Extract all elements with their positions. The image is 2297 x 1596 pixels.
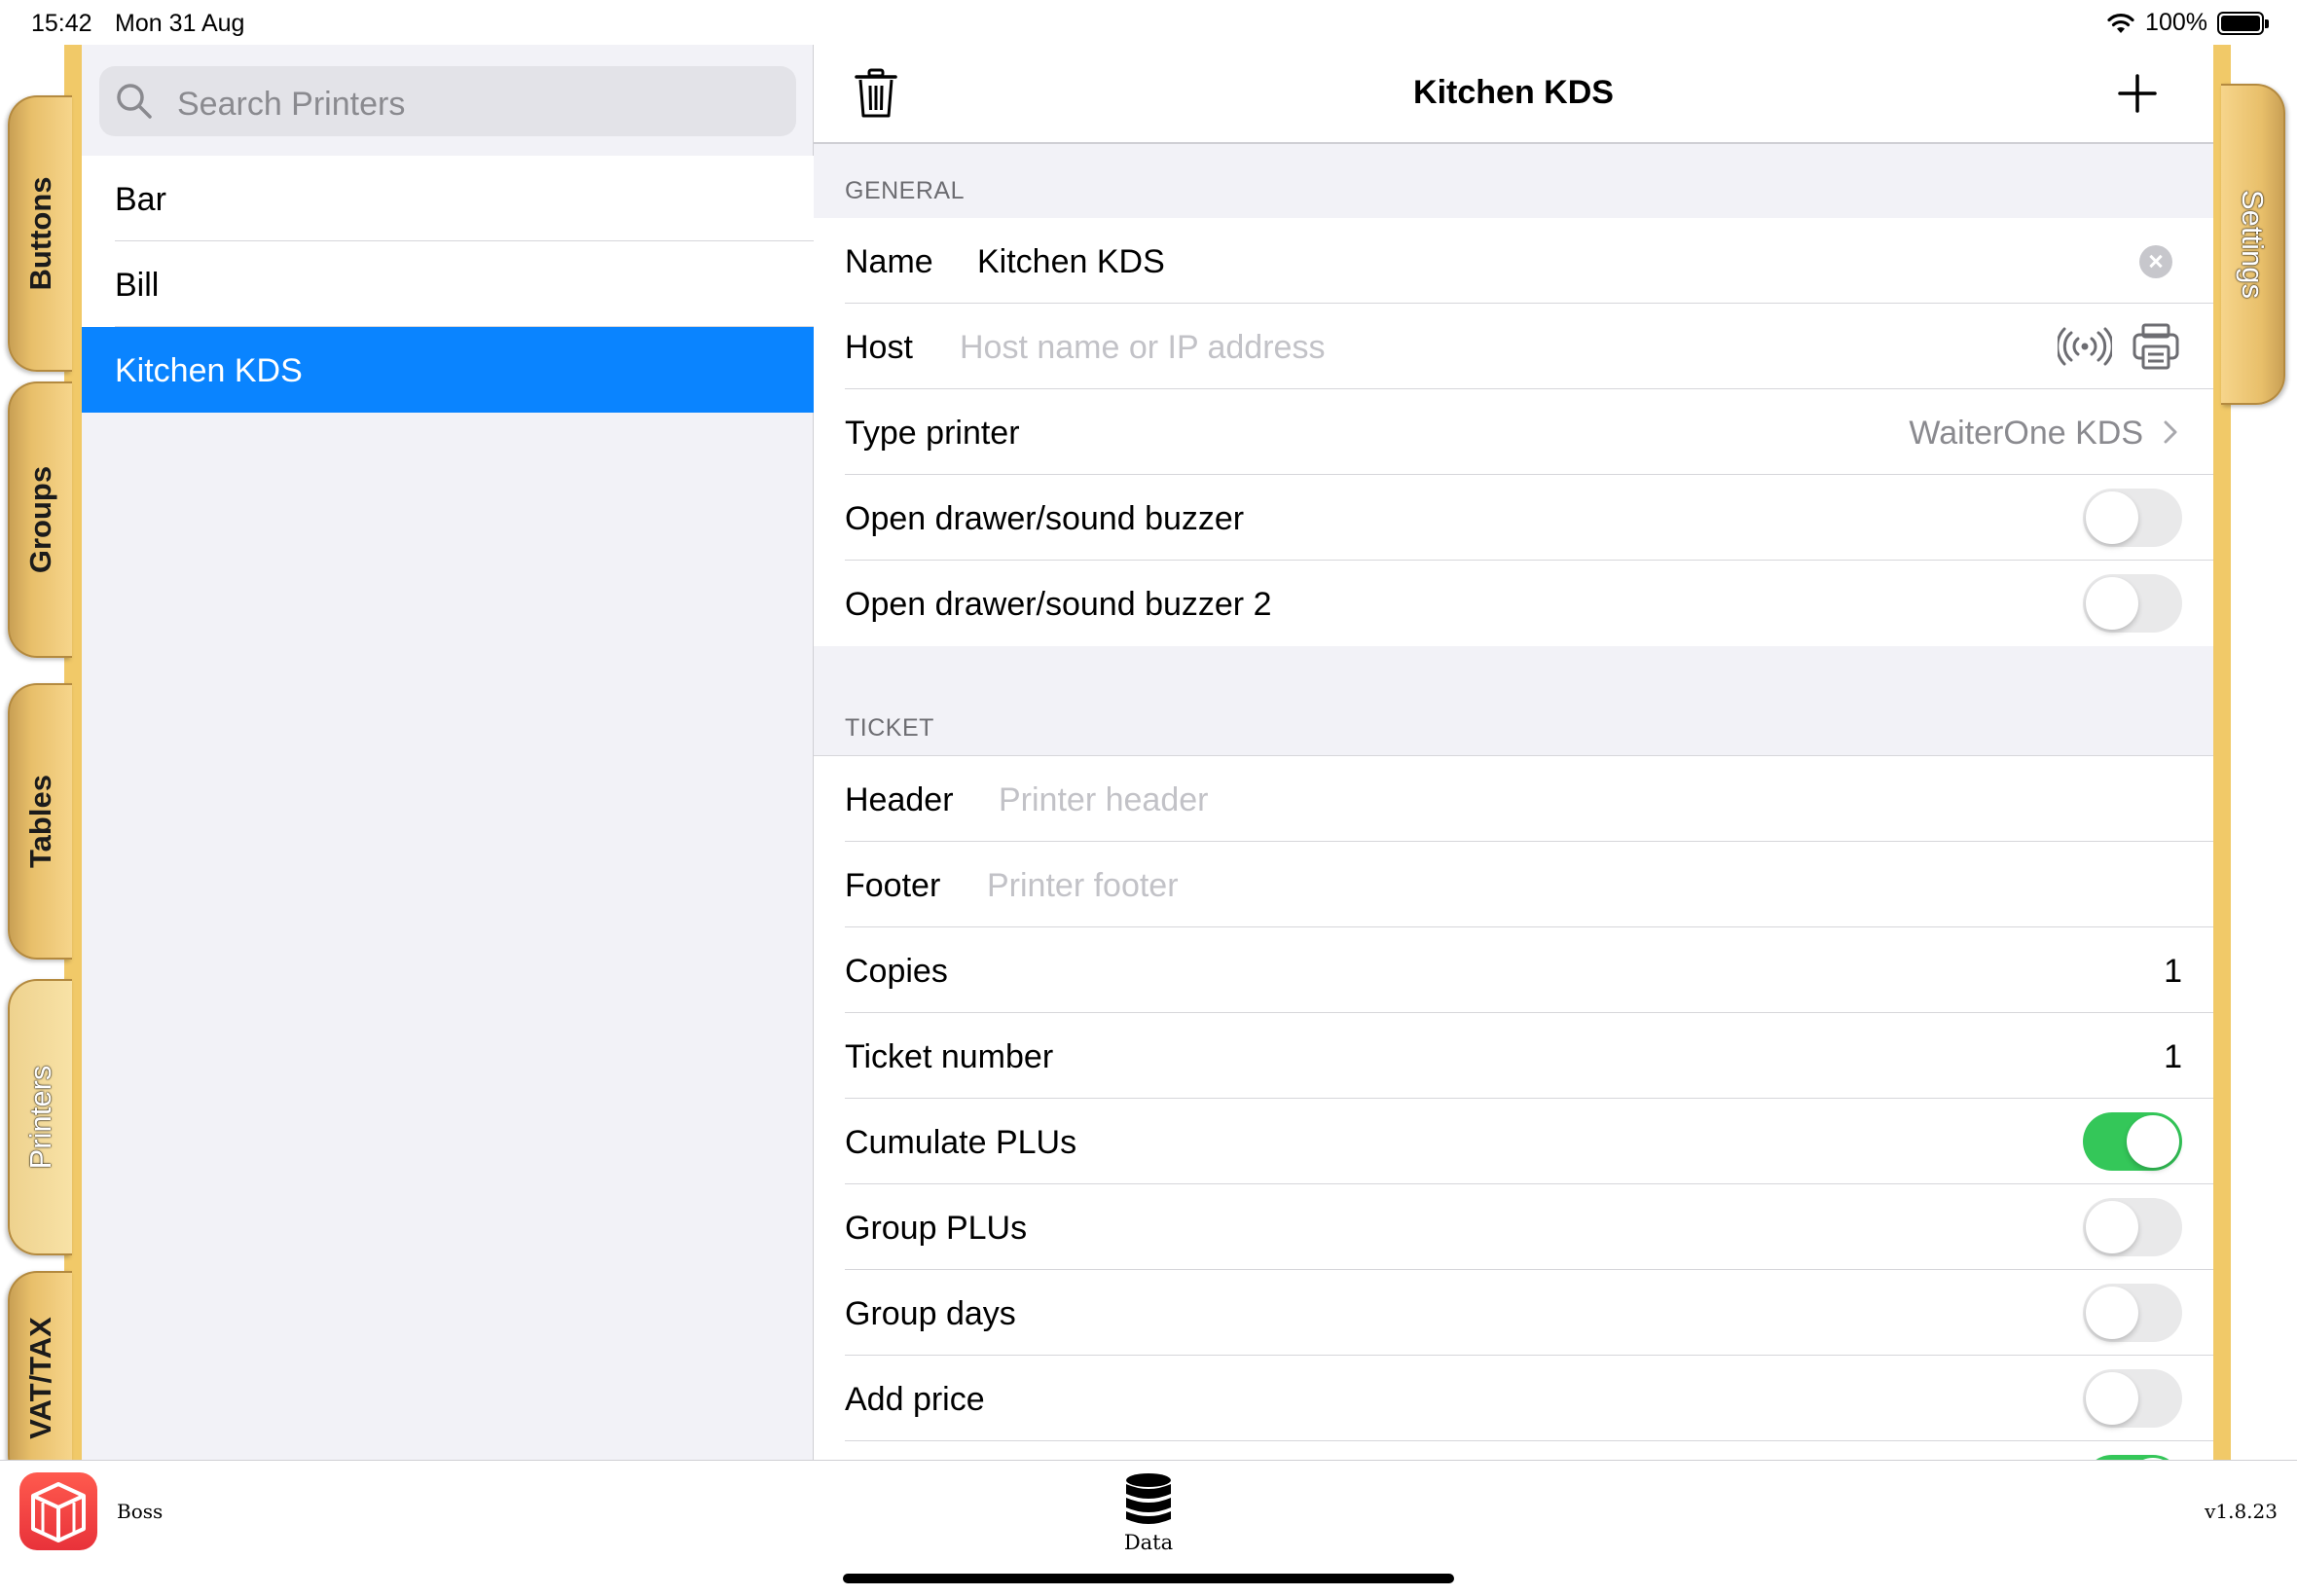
tab-buttons[interactable]: Buttons: [8, 95, 72, 372]
printer-detail-panel: Kitchen KDS GENERAL Name Kitchen KDS Hos…: [814, 45, 2213, 1460]
printer-item-label: Bill: [115, 267, 160, 304]
name-row: Name Kitchen KDS: [814, 218, 2213, 304]
tab-printers-label: Printers: [23, 1065, 57, 1170]
right-tab-rail: Settings: [2213, 45, 2297, 1460]
data-label: Data: [1123, 1531, 1174, 1554]
left-tab-rail: Buttons Groups Tables Printers VAT/TAX: [0, 45, 82, 1485]
copies-row: Copies 1: [814, 927, 2213, 1013]
name-field[interactable]: Kitchen KDS: [977, 243, 1165, 281]
add-price-label: Add price: [845, 1381, 985, 1418]
add-price-row: Add price: [814, 1356, 2213, 1441]
status-time: 15:42: [31, 10, 92, 37]
tab-tables-label: Tables: [23, 775, 57, 868]
search-icon: [117, 84, 152, 119]
general-section: Name Kitchen KDS Host Host name or IP ad…: [814, 218, 2213, 646]
ticket-number-field[interactable]: 1: [2164, 1038, 2182, 1076]
type-printer-label: Type printer: [845, 415, 1020, 452]
tab-vat-tax[interactable]: VAT/TAX: [8, 1271, 72, 1485]
printer-list: Bar Bill Kitchen KDS: [82, 156, 814, 413]
tab-buttons-label: Buttons: [23, 176, 57, 291]
wifi-icon: [2107, 13, 2134, 33]
cumulate-plus-label: Cumulate PLUs: [845, 1124, 1077, 1161]
battery-percent: 100%: [2145, 9, 2207, 36]
printer-item-label: Kitchen KDS: [115, 352, 303, 389]
add-icon[interactable]: [2118, 74, 2157, 113]
tab-tables[interactable]: Tables: [8, 683, 72, 960]
add-price-toggle[interactable]: [2083, 1369, 2182, 1428]
section-ticket-title: TICKET: [845, 714, 934, 742]
name-label: Name: [845, 243, 933, 280]
printer-item-kitchen-kds[interactable]: Kitchen KDS: [82, 327, 814, 413]
group-days-toggle[interactable]: [2083, 1284, 2182, 1342]
bottom-bar: Boss Data v1.8.23: [0, 1460, 2297, 1596]
app-name: Boss: [117, 1500, 164, 1523]
chevron-right-icon: [2164, 420, 2177, 444]
drawer-2-row: Open drawer/sound buzzer 2: [814, 561, 2213, 646]
status-date: Mon 31 Aug: [115, 10, 245, 37]
host-label: Host: [845, 329, 913, 366]
printer-item-bill[interactable]: Bill: [82, 241, 814, 327]
copies-label: Copies: [845, 953, 948, 990]
header-field[interactable]: Printer header: [999, 781, 1208, 819]
printer-icon[interactable]: [2132, 323, 2180, 370]
section-general-title: GENERAL: [845, 177, 965, 204]
data-button[interactable]: Data: [1110, 1470, 1187, 1554]
status-bar: 15:42 Mon 31 Aug 100%: [0, 0, 2297, 45]
ticket-number-row: Ticket number 1: [814, 1013, 2213, 1099]
group-plus-label: Group PLUs: [845, 1210, 1028, 1247]
host-field[interactable]: Host name or IP address: [960, 329, 1325, 367]
page-title: Kitchen KDS: [1413, 74, 1614, 111]
header-row: Header Printer header: [814, 756, 2213, 842]
drawer-toggle[interactable]: [2083, 489, 2182, 547]
group-plus-toggle[interactable]: [2083, 1198, 2182, 1256]
box-logo-icon: [31, 1482, 86, 1542]
drawer-row: Open drawer/sound buzzer: [814, 475, 2213, 561]
footer-row: Footer Printer footer: [814, 842, 2213, 927]
printer-item-label: Bar: [115, 181, 166, 218]
tab-settings-label: Settings: [2236, 189, 2270, 300]
drawer-2-label: Open drawer/sound buzzer 2: [845, 586, 1272, 623]
search-placeholder: Search Printers: [177, 86, 406, 123]
app-icon[interactable]: [19, 1472, 97, 1550]
copies-field[interactable]: 1: [2164, 953, 2182, 991]
home-indicator[interactable]: [843, 1574, 1454, 1583]
footer-label: Footer: [845, 867, 941, 904]
database-icon: [1126, 1473, 1171, 1524]
group-days-row: Group days: [814, 1270, 2213, 1356]
type-printer-row[interactable]: Type printer WaiterOne KDS: [814, 389, 2213, 475]
next-row-partial: [814, 1441, 2213, 1460]
cumulate-plus-row: Cumulate PLUs: [814, 1099, 2213, 1184]
printer-item-bar[interactable]: Bar: [82, 156, 814, 241]
printer-list-panel: Search Printers Bar Bill Kitchen KDS: [82, 45, 814, 1460]
tab-settings[interactable]: Settings: [2221, 84, 2285, 405]
cumulate-plus-toggle[interactable]: [2083, 1112, 2182, 1171]
battery-icon: [2217, 11, 2269, 35]
group-plus-row: Group PLUs: [814, 1184, 2213, 1270]
tab-printers[interactable]: Printers: [8, 979, 72, 1255]
version-label: v1.8.23: [2205, 1500, 2278, 1523]
status-right: 100%: [2106, 9, 2269, 37]
tab-vat-tax-label: VAT/TAX: [23, 1317, 57, 1439]
header-label: Header: [845, 781, 954, 818]
search-field[interactable]: Search Printers: [99, 66, 796, 136]
type-printer-value: WaiterOne KDS: [1909, 415, 2143, 452]
ticket-section: Header Printer header Footer Printer foo…: [814, 755, 2213, 1460]
clear-icon[interactable]: [2139, 245, 2172, 278]
group-days-label: Group days: [845, 1295, 1016, 1332]
drawer-2-toggle[interactable]: [2083, 574, 2182, 633]
detail-navbar: Kitchen KDS: [814, 45, 2213, 144]
host-row: Host Host name or IP address: [814, 304, 2213, 389]
ticket-number-label: Ticket number: [845, 1038, 1054, 1075]
broadcast-icon[interactable]: [2058, 327, 2112, 366]
footer-field[interactable]: Printer footer: [987, 867, 1179, 905]
drawer-label: Open drawer/sound buzzer: [845, 500, 1245, 537]
tab-groups[interactable]: Groups: [8, 381, 72, 658]
tab-groups-label: Groups: [23, 465, 57, 574]
